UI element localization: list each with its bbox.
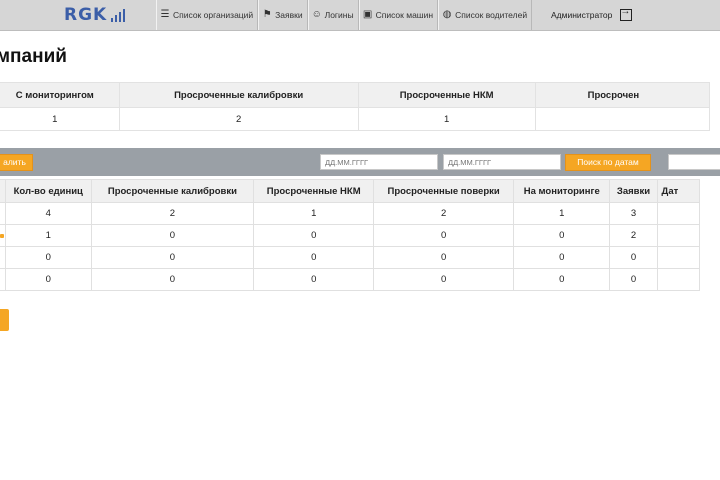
date-from-input[interactable] — [320, 154, 438, 170]
summary-value-monitoring: 1 — [0, 107, 120, 131]
nav-logins[interactable]: ☺ Логины — [307, 0, 359, 30]
globe-icon: ◍ — [442, 9, 452, 20]
summary-header-overdue: Просрочен — [534, 82, 711, 108]
table-row[interactable]: 0 0 0 0 0 0 — [0, 246, 701, 269]
signal-bars-icon — [111, 8, 126, 22]
cell-verifications: 0 — [373, 224, 514, 247]
nav-requests[interactable]: ⚑ Заявки — [258, 0, 308, 30]
add-button[interactable] — [0, 309, 9, 331]
user-area: Администратор — [551, 0, 633, 30]
cell-date — [656, 268, 701, 291]
cell-date — [656, 246, 701, 269]
table-row[interactable]: 0 0 0 0 0 0 — [0, 268, 701, 291]
cell-nkm: 0 — [253, 246, 375, 269]
cell-requests: 0 — [609, 246, 658, 269]
app-logo[interactable]: RGK — [64, 4, 126, 26]
summary-header-monitoring: С мониторингом — [0, 82, 120, 108]
cell-calibrations: 0 — [90, 224, 255, 247]
people-icon: ☺ — [311, 9, 322, 20]
nav-drivers[interactable]: ◍ Список водителей — [438, 0, 533, 30]
summary-header-calibrations: Просроченные калибровки — [118, 82, 359, 108]
cell-units: 0 — [4, 268, 92, 291]
header-calibrations[interactable]: Просроченные калибровки — [90, 179, 255, 203]
bus-icon: ▣ — [362, 9, 373, 20]
nav-organizations-label: Список организаций — [173, 10, 254, 20]
nav-vehicles-label: Список машин — [375, 10, 434, 20]
logout-icon[interactable] — [620, 6, 633, 21]
summary-value-overdue — [534, 107, 711, 131]
cell-verifications: 0 — [373, 246, 514, 269]
header-monitoring[interactable]: На мониторинге — [512, 179, 611, 203]
header-units[interactable]: Кол-во единиц — [4, 179, 92, 203]
cell-units: 4 — [4, 202, 92, 225]
cell-calibrations: 2 — [90, 202, 255, 225]
cell-nkm: 0 — [253, 224, 375, 247]
cell-nkm: 0 — [253, 268, 375, 291]
summary-value-nkm: 1 — [357, 107, 536, 131]
logo-text: RGK — [64, 5, 108, 25]
user-name[interactable]: Администратор — [551, 10, 612, 20]
cell-monitoring: 0 — [512, 224, 611, 247]
status-dot-icon — [0, 234, 4, 238]
cell-monitoring: 0 — [512, 268, 611, 291]
summary-value-calibrations: 2 — [118, 107, 359, 131]
cell-calibrations: 0 — [90, 246, 255, 269]
header-nkm[interactable]: Просроченные НКМ — [253, 179, 375, 203]
summary-value-row: 1 2 1 — [0, 107, 711, 131]
search-by-dates-button[interactable]: Поиск по датам — [565, 154, 651, 171]
table-row[interactable]: 1 0 0 0 0 2 — [0, 224, 701, 247]
cell-requests: 0 — [609, 268, 658, 291]
list-icon: ☰ — [160, 9, 170, 20]
summary-header-nkm: Просроченные НКМ — [357, 82, 536, 108]
cell-monitoring: 0 — [512, 246, 611, 269]
table-header-row: Кол-во единиц Просроченные калибровки Пр… — [0, 179, 701, 203]
header-requests[interactable]: Заявки — [609, 179, 658, 203]
date-to-input[interactable] — [443, 154, 561, 170]
cell-units: 1 — [4, 224, 92, 247]
cell-calibrations: 0 — [90, 268, 255, 291]
top-nav-bar: RGK ☰ Список организаций ⚑ Заявки ☺ Логи… — [0, 0, 720, 31]
cell-requests: 3 — [609, 202, 658, 225]
cell-date — [656, 224, 701, 247]
nav-drivers-label: Список водителей — [455, 10, 528, 20]
header-date[interactable]: Дат — [656, 179, 701, 203]
nav-vehicles[interactable]: ▣ Список машин — [358, 0, 439, 30]
delete-button[interactable]: алить — [0, 154, 33, 171]
summary-table: С мониторингом Просроченные калибровки П… — [0, 82, 711, 131]
cell-requests: 2 — [609, 224, 658, 247]
main-nav: ☰ Список организаций ⚑ Заявки ☺ Логины ▣… — [156, 0, 533, 30]
page-title: мпаний — [0, 46, 67, 67]
cell-nkm: 1 — [253, 202, 375, 225]
cell-verifications: 0 — [373, 268, 514, 291]
nav-organizations[interactable]: ☰ Список организаций — [156, 0, 259, 30]
cell-monitoring: 1 — [512, 202, 611, 225]
table-row[interactable]: 4 2 1 2 1 3 — [0, 202, 701, 225]
filter-bar: алить Поиск по датам — [0, 148, 720, 176]
flag-icon: ⚑ — [262, 9, 272, 20]
companies-table: Кол-во единиц Просроченные калибровки Пр… — [0, 179, 701, 291]
cell-verifications: 2 — [373, 202, 514, 225]
cell-date — [656, 202, 701, 225]
nav-logins-label: Логины — [324, 10, 354, 20]
nav-requests-label: Заявки — [275, 10, 303, 20]
summary-header-row: С мониторингом Просроченные калибровки П… — [0, 82, 711, 108]
search-input[interactable] — [668, 154, 720, 170]
header-verifications[interactable]: Просроченные поверки — [373, 179, 514, 203]
cell-units: 0 — [4, 246, 92, 269]
